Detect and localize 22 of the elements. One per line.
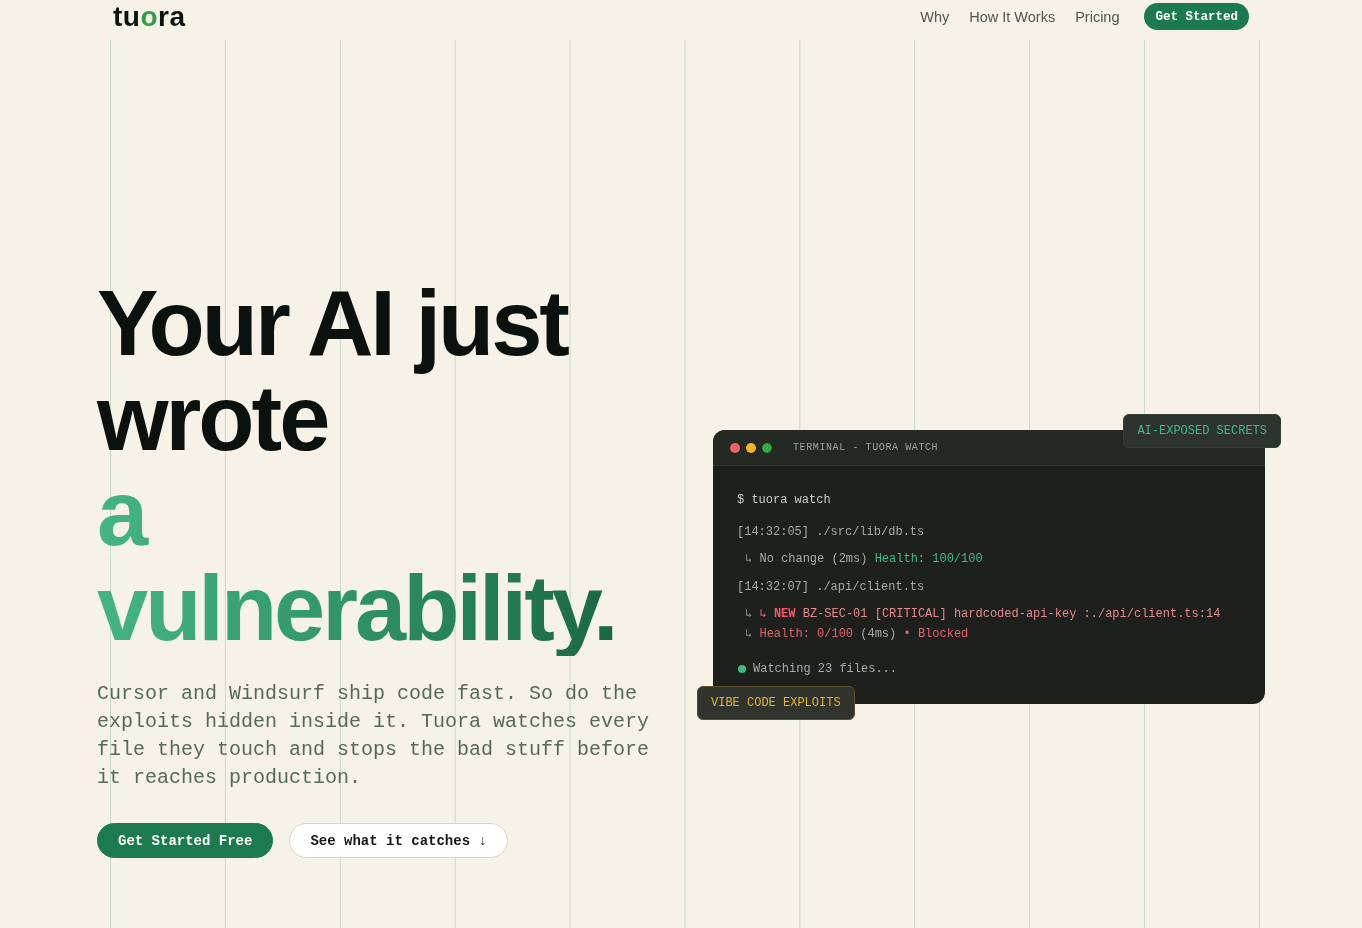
callout-tag: AI-EXPOSED SECRETS: [1123, 414, 1281, 448]
window-dot-icon: [746, 442, 756, 453]
window-dot-icon: [762, 442, 772, 453]
terminal-line: [14:32:07] ./api/client.ts: [737, 579, 925, 596]
nav-link[interactable]: How It Works: [969, 7, 1056, 26]
get-started-free-button[interactable]: Get Started Free: [97, 823, 274, 858]
terminal-line: ↳ ↳ NEW BZ-SEC-01 [CRITICAL] hardcoded-api-key :./api/client.ts:14: [745, 606, 1221, 623]
terminal-line: ↳ No change (2ms) Health: 100/100: [745, 551, 983, 568]
terminal-line: [14:32:05] ./src/lib/db.ts: [737, 524, 925, 541]
status-dot-icon: [738, 665, 746, 673]
logo[interactable]: tuora: [113, 3, 186, 30]
get-started-button[interactable]: Get Started: [1144, 3, 1249, 30]
terminal-line: $ tuora watch: [737, 492, 831, 509]
callout-tag: VIBE CODE EXPLOITS: [697, 686, 855, 720]
hero-description: Cursor and Windsurf ship code fast. So do the exploits hidden inside it. Tuora watches every file they touch and stops the bad stuff before it reaches production.: [97, 681, 651, 791]
nav-link[interactable]: Why: [920, 7, 950, 26]
terminal-line: Watching 23 files...: [753, 661, 898, 678]
see-catches-button[interactable]: See what it catches ↓: [289, 823, 508, 858]
terminal-line: ↳ Health: 0/100 (4ms) • Blocked: [745, 626, 969, 643]
nav-link[interactable]: Pricing: [1075, 7, 1120, 26]
terminal-title: TERMINAL - TUORA WATCH: [793, 442, 939, 453]
window-dot-icon: [730, 442, 740, 453]
